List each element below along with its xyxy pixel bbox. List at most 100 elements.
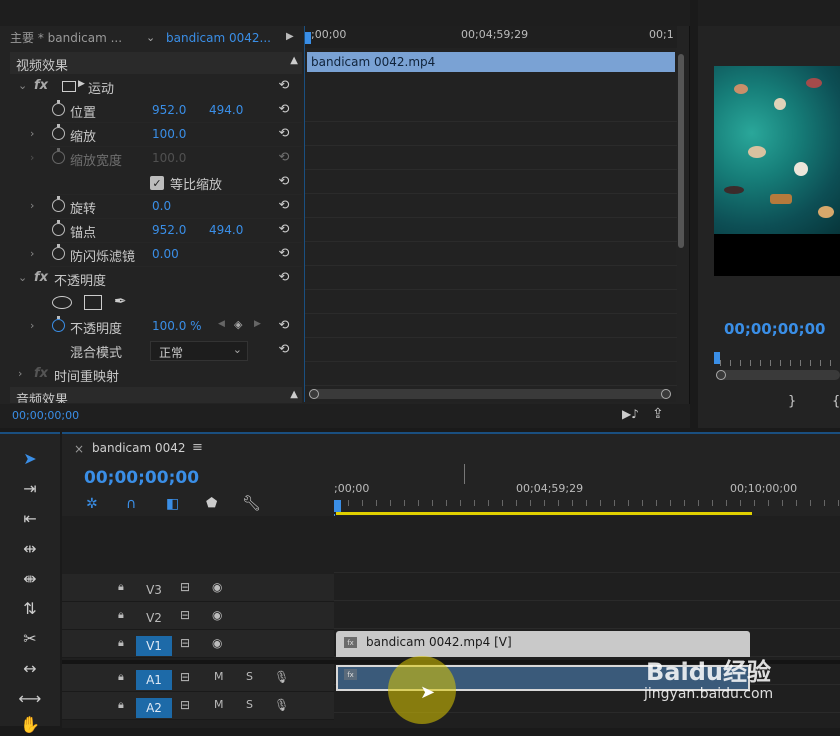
- lock-icon[interactable]: 🔒︎: [118, 636, 124, 650]
- transform-box-icon[interactable]: [62, 81, 76, 92]
- work-area-bar[interactable]: [336, 512, 752, 515]
- reset-icon[interactable]: ⟲: [276, 102, 292, 118]
- step-back-icon[interactable]: {: [832, 394, 840, 409]
- lock-icon[interactable]: 🔒︎: [118, 580, 124, 594]
- horizontal-scrollbar[interactable]: [309, 389, 671, 399]
- chevron-expanded-icon[interactable]: ⌄: [18, 79, 27, 92]
- linked-selection-icon[interactable]: ∩: [126, 496, 136, 512]
- solo-button[interactable]: S: [246, 698, 253, 711]
- position-y-value[interactable]: 494.0: [209, 103, 243, 117]
- film-icon[interactable]: ⊟: [180, 608, 190, 622]
- footer-timecode[interactable]: 00;00;00;00: [12, 409, 79, 422]
- rotation-value[interactable]: 0.0: [152, 199, 171, 213]
- film-icon[interactable]: ⊟: [180, 670, 190, 684]
- slide-tool-icon[interactable]: ↔: [16, 658, 44, 680]
- hand-tool-icon[interactable]: ✋: [16, 714, 44, 736]
- marker-icon[interactable]: ⬟: [206, 496, 217, 511]
- antiflicker-value[interactable]: 0.00: [152, 247, 179, 261]
- mark-out-icon[interactable]: }: [788, 394, 796, 409]
- stopwatch-icon[interactable]: [52, 196, 65, 212]
- snap-icon[interactable]: ✲: [86, 496, 98, 512]
- rolling-edit-icon[interactable]: ⇹: [16, 538, 44, 560]
- eye-icon[interactable]: ◉: [212, 580, 222, 594]
- collapse-arrow-icon[interactable]: ▲: [290, 55, 298, 66]
- eye-icon[interactable]: ◉: [212, 636, 222, 650]
- reset-icon[interactable]: ⟲: [276, 222, 292, 238]
- track-select-forward-icon[interactable]: ⇥: [16, 478, 44, 500]
- play-triangle-icon[interactable]: ▶: [286, 31, 294, 42]
- ripple-edit-icon[interactable]: ⇤: [16, 508, 44, 530]
- chevron-right-icon[interactable]: ›: [30, 127, 34, 140]
- mini-clip[interactable]: bandicam 0042.mp4: [307, 52, 675, 72]
- add-marker-icon[interactable]: ◧: [166, 496, 179, 512]
- tab-clip[interactable]: bandicam 0042...: [166, 28, 278, 48]
- chevron-right-icon[interactable]: ›: [30, 247, 34, 260]
- timeline-timecode[interactable]: 00;00;00;00: [84, 468, 199, 488]
- stopwatch-icon[interactable]: [52, 220, 65, 236]
- lock-icon[interactable]: 🔒︎: [118, 608, 124, 622]
- chevron-right-icon[interactable]: ›: [30, 151, 34, 164]
- wrench-icon[interactable]: 🔧︎: [242, 494, 261, 512]
- stopwatch-icon[interactable]: [52, 124, 65, 140]
- mute-button[interactable]: M: [214, 698, 224, 711]
- stopwatch-icon[interactable]: [52, 100, 65, 116]
- track-name-v2[interactable]: V2: [136, 608, 172, 628]
- microphone-icon[interactable]: 🎙︎: [274, 698, 289, 712]
- scroll-handle-left[interactable]: [716, 370, 726, 380]
- chevron-right-icon[interactable]: ›: [30, 199, 34, 212]
- track-name-v3[interactable]: V3: [136, 580, 172, 600]
- next-keyframe-icon[interactable]: ▶: [254, 319, 261, 329]
- effect-time-remap-row[interactable]: › fx 时间重映射: [10, 363, 302, 387]
- anchor-x-value[interactable]: 952.0: [152, 223, 186, 237]
- effect-motion-row[interactable]: ⌄ fx ▶ 运动 ⟲: [10, 75, 302, 99]
- reset-icon[interactable]: ⟲: [276, 78, 292, 94]
- anchor-y-value[interactable]: 494.0: [209, 223, 243, 237]
- track-name-a1[interactable]: A1: [136, 670, 172, 690]
- fx-icon[interactable]: fx: [34, 78, 48, 93]
- vertical-scrollbar[interactable]: [678, 54, 684, 248]
- add-keyframe-icon[interactable]: ◈: [234, 318, 242, 331]
- lock-icon[interactable]: 🔒︎: [118, 698, 124, 712]
- tab-master[interactable]: 主要 * bandicam ...: [10, 28, 140, 48]
- checkbox-checked-icon[interactable]: ✓: [150, 176, 164, 190]
- slip-tool-icon[interactable]: ⇅: [16, 598, 44, 620]
- reset-icon[interactable]: ⟲: [276, 246, 292, 262]
- export-icon[interactable]: ⇪: [652, 406, 664, 422]
- solo-button[interactable]: S: [246, 670, 253, 683]
- chevron-expanded-icon[interactable]: ⌄: [18, 271, 27, 284]
- film-icon[interactable]: ⊟: [180, 580, 190, 594]
- microphone-icon[interactable]: 🎙︎: [274, 670, 289, 684]
- play-audio-icon[interactable]: ▶♪: [622, 407, 639, 421]
- fx-icon[interactable]: fx: [34, 270, 48, 285]
- scroll-handle-left[interactable]: [309, 389, 319, 399]
- pen-tool-icon[interactable]: ⟷: [16, 688, 44, 710]
- stopwatch-icon[interactable]: [52, 244, 65, 260]
- track-name-v1[interactable]: V1: [136, 636, 172, 656]
- chevron-down-icon[interactable]: ⌄: [146, 28, 155, 48]
- scroll-handle-right[interactable]: [661, 389, 671, 399]
- blend-mode-select[interactable]: 正常 ⌄: [150, 341, 248, 361]
- ellipse-mask-icon[interactable]: [52, 296, 72, 309]
- sequence-tab[interactable]: bandicam 0042: [92, 441, 186, 455]
- video-frame[interactable]: [714, 66, 840, 276]
- close-tab-button[interactable]: ×: [74, 442, 84, 456]
- collapse-arrow-icon[interactable]: ▲: [290, 389, 298, 400]
- mute-button[interactable]: M: [214, 670, 224, 683]
- rectangle-mask-icon[interactable]: [84, 295, 102, 310]
- position-x-value[interactable]: 952.0: [152, 103, 186, 117]
- scale-value[interactable]: 100.0: [152, 127, 186, 141]
- timeline-ruler[interactable]: ;00;00 00;04;59;29 00;10;00;00: [334, 464, 840, 516]
- mini-ruler[interactable]: ;00;00 00;04;59;29 00;1: [305, 26, 677, 48]
- reset-icon[interactable]: ⟲: [276, 318, 292, 334]
- reset-icon[interactable]: ⟲: [276, 342, 292, 358]
- pen-mask-icon[interactable]: ✒: [114, 292, 127, 310]
- film-icon[interactable]: ⊟: [180, 636, 190, 650]
- monitor-scrollbar[interactable]: [716, 370, 840, 380]
- track-name-a2[interactable]: A2: [136, 698, 172, 718]
- selection-tool-icon[interactable]: ➤: [16, 448, 44, 470]
- reset-icon[interactable]: ⟲: [276, 270, 292, 286]
- lock-icon[interactable]: 🔒︎: [118, 670, 124, 684]
- reset-icon[interactable]: ⟲: [276, 126, 292, 142]
- film-icon[interactable]: ⊟: [180, 698, 190, 712]
- reset-icon[interactable]: ⟲: [276, 174, 292, 190]
